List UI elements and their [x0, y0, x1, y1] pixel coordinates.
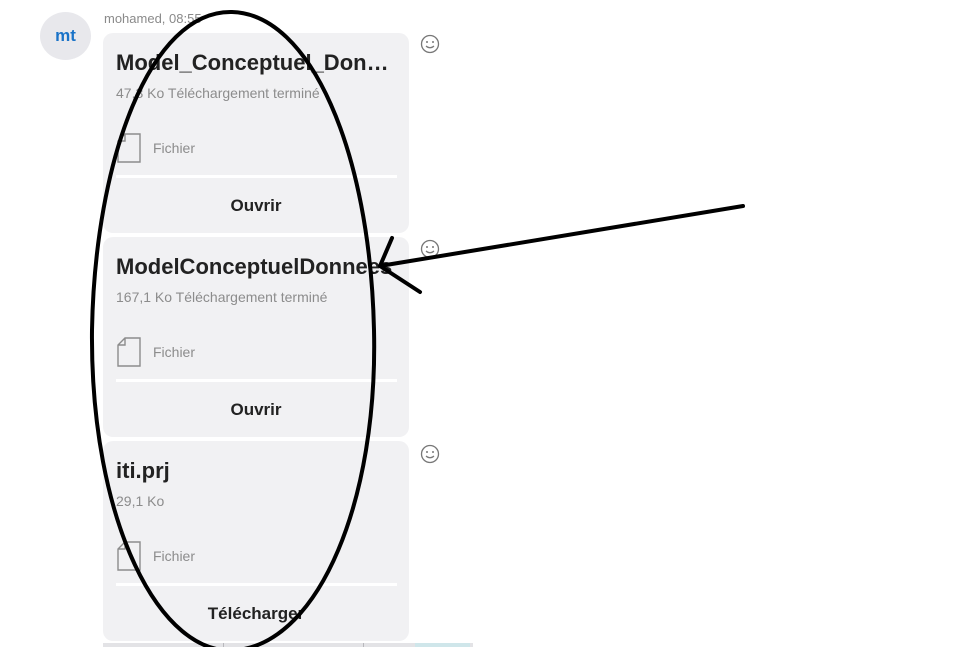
file-icon — [117, 541, 141, 571]
next-message-edge — [103, 643, 473, 647]
file-meta: 29,1 Ko — [116, 493, 165, 509]
file-name: ModelConceptuelDonnees — [116, 254, 393, 279]
file-type: Fichier — [116, 337, 195, 367]
file-icon — [117, 133, 141, 163]
smiley-face-icon[interactable] — [419, 238, 441, 260]
file-attachment-card[interactable]: Model_Conceptuel_Donnees 47,3 Ko Télécha… — [103, 33, 409, 233]
avatar[interactable]: mt — [40, 12, 91, 60]
file-name: iti.prj — [116, 458, 170, 483]
file-type-label: Fichier — [153, 140, 196, 156]
file-type-label: Fichier — [153, 344, 196, 360]
file-attachment-card[interactable]: iti.prj 29,1 Ko Fichier Télécharger — [103, 441, 409, 641]
download-button[interactable]: Télécharger — [103, 586, 409, 641]
sender-name-time: mohamed, 08:55 — [104, 11, 202, 26]
file-icon — [117, 337, 141, 367]
file-attachment-card[interactable]: ModelConceptuelDonnees 167,1 Ko Téléchar… — [103, 237, 409, 437]
open-button[interactable]: Ouvrir — [103, 178, 409, 233]
smiley-face-icon[interactable] — [419, 443, 441, 465]
file-type: Fichier — [116, 133, 195, 163]
smiley-face-icon[interactable] — [419, 33, 441, 55]
file-meta: 167,1 Ko Téléchargement terminé — [116, 289, 328, 305]
file-type: Fichier — [116, 541, 195, 571]
open-button[interactable]: Ouvrir — [103, 382, 409, 437]
file-type-label: Fichier — [153, 548, 196, 564]
file-meta: 47,3 Ko Téléchargement terminé — [116, 85, 320, 101]
file-name: Model_Conceptuel_Donnees — [116, 50, 401, 75]
